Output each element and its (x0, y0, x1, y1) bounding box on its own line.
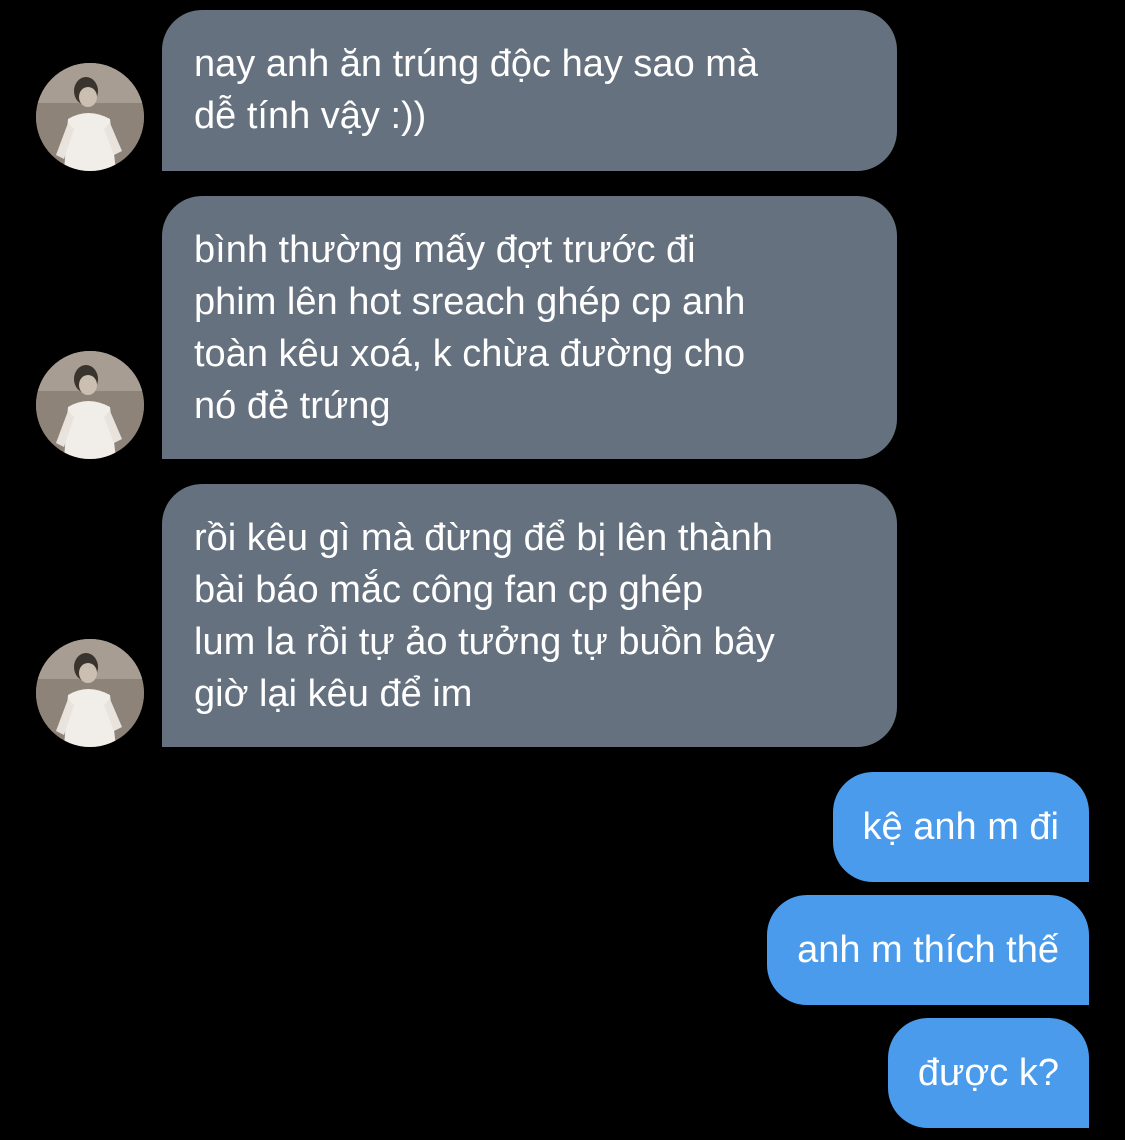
person-photo-icon (36, 639, 144, 747)
message-bubble-incoming[interactable]: bình thường mấy đợt trước đi phim lên ho… (162, 196, 897, 459)
contact-avatar[interactable] (36, 639, 144, 747)
message-bubble-outgoing[interactable]: anh m thích thế (767, 895, 1089, 1005)
message-bubble-outgoing[interactable]: được k? (887, 1018, 1089, 1128)
person-photo-icon (36, 351, 144, 459)
person-photo-icon (36, 63, 144, 171)
message-bubble-incoming[interactable]: rồi kêu gì mà đừng để bị lên thành bài b… (162, 484, 897, 747)
message-bubble-incoming[interactable]: nay anh ăn trúng độc hay sao mà dễ tính … (162, 10, 897, 171)
contact-avatar[interactable] (36, 351, 144, 459)
chat-thread: nay anh ăn trúng độc hay sao mà dễ tính … (0, 0, 1125, 1140)
contact-avatar[interactable] (36, 63, 144, 171)
message-bubble-outgoing[interactable]: kệ anh m đi (832, 772, 1089, 882)
